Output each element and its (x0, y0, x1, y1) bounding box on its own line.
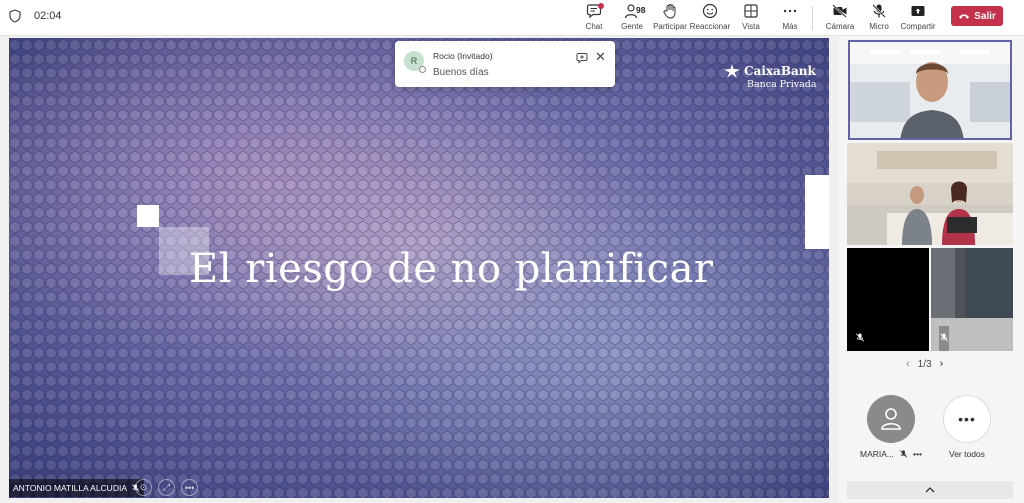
presenter-name: ANTONIO MATILLA ALCUDIA (13, 483, 127, 493)
participant-video-tile[interactable] (848, 40, 1012, 140)
chevron-up-icon (925, 487, 935, 493)
mic-off-icon (939, 333, 949, 342)
page-indicator: 1/3 (917, 358, 932, 370)
reply-icon[interactable] (576, 52, 588, 64)
meeting-timer: 02:04 (34, 10, 62, 22)
people-button[interactable]: 98 Gente (612, 2, 652, 34)
chat-sender: Rocio (Invitado) (433, 51, 493, 61)
mic-button[interactable]: Micro (859, 2, 899, 34)
raise-hand-label: Participar (653, 22, 687, 31)
slide-decor-right-tab (805, 175, 829, 249)
presenter-more-button[interactable]: ••• (181, 479, 198, 496)
share-button[interactable]: Compartir (898, 2, 938, 34)
logo-brand-text: CaixaBank (744, 64, 816, 78)
participant-video-tile[interactable] (847, 143, 1013, 245)
see-all-label: Ver todos (949, 449, 985, 459)
pin-icon: ⊙ (139, 482, 148, 492)
mic-off-icon (855, 333, 865, 342)
mic-label: Micro (869, 22, 889, 31)
participant-video-feed (847, 143, 1013, 245)
participant-video-tile[interactable] (931, 248, 1013, 351)
chat-notification[interactable]: R Rocio (Invitado) Buenos días ✕ (395, 41, 615, 87)
presenter-controls: ⊙ ⤢ ••• (135, 479, 198, 496)
chat-button[interactable]: Chat (574, 2, 614, 34)
raise-hand-button[interactable]: Participar (650, 2, 690, 34)
caixabank-logo: CaixaBank Banca Privada (723, 63, 817, 90)
more-icon (783, 9, 797, 13)
mic-off-icon (899, 450, 908, 458)
react-button[interactable]: Reaccionar (690, 2, 730, 34)
gallery-pager: ‹ 1/3 › (906, 358, 943, 370)
participant-name: MARIA... (860, 449, 895, 459)
expand-panel-button[interactable] (847, 481, 1013, 499)
pin-button[interactable]: ⊙ (135, 479, 152, 496)
logo-subtitle-text: Banca Privada (747, 79, 817, 90)
slide-decor-square (137, 205, 159, 227)
more-icon: ••• (184, 482, 195, 493)
presenter-name-tag: ANTONIO MATILLA ALCUDIA (9, 479, 144, 497)
share-label: Compartir (900, 22, 936, 31)
leave-label: Salir (974, 10, 996, 22)
toolbar-divider (812, 6, 813, 30)
caixabank-star-icon (724, 64, 740, 78)
camera-button[interactable]: Cámara (820, 2, 860, 34)
see-all-button[interactable]: ••• (943, 395, 991, 443)
meeting-toolbar: 02:04 Chat 98 Gente Participar Reacciona… (0, 0, 1024, 36)
participant-video-feed (850, 42, 1010, 138)
chat-message: Buenos días (433, 67, 489, 78)
participants-panel: ‹ 1/3 › MARIA... ••• ••• Ver todos (838, 36, 1024, 503)
slide-title: El riesgo de no planificar (189, 246, 714, 292)
hand-icon (663, 4, 676, 19)
chevron-right-icon[interactable]: › (940, 358, 944, 370)
chat-unread-dot (598, 3, 604, 9)
grid-view-icon (744, 4, 758, 18)
expand-icon: ⤢ (162, 482, 171, 492)
mic-off-icon (872, 4, 886, 18)
more-button[interactable]: Más (770, 2, 810, 34)
hang-up-icon (959, 13, 970, 19)
camera-off-icon (832, 4, 847, 18)
person-icon (881, 408, 901, 430)
close-icon[interactable]: ✕ (595, 50, 606, 63)
chat-label: Chat (585, 22, 603, 31)
leave-button[interactable]: Salir (951, 6, 1003, 26)
more-icon: ••• (958, 411, 976, 427)
share-screen-icon (911, 6, 925, 16)
shield-icon (9, 9, 21, 23)
react-label: Reaccionar (689, 22, 731, 31)
people-count: 98 (636, 5, 646, 15)
participant-avatar[interactable] (867, 395, 915, 443)
camera-label: Cámara (825, 22, 855, 31)
presence-status-icon (419, 66, 426, 73)
participant-name-row: MARIA... ••• (860, 449, 922, 459)
participant-video-tile-off[interactable] (847, 248, 929, 351)
chevron-left-icon[interactable]: ‹ (906, 358, 910, 370)
smiley-icon (702, 3, 718, 19)
shared-content-stage: CaixaBank Banca Privada El riesgo de no … (9, 38, 829, 498)
more-label: Más (782, 22, 798, 31)
people-label: Gente (621, 22, 643, 31)
view-button[interactable]: Vista (731, 2, 771, 34)
participant-more-icon[interactable]: ••• (913, 449, 922, 459)
fullscreen-button[interactable]: ⤢ (158, 479, 175, 496)
teams-meeting-window: 02:04 Chat 98 Gente Participar Reacciona… (0, 0, 1024, 503)
view-label: Vista (742, 22, 760, 31)
